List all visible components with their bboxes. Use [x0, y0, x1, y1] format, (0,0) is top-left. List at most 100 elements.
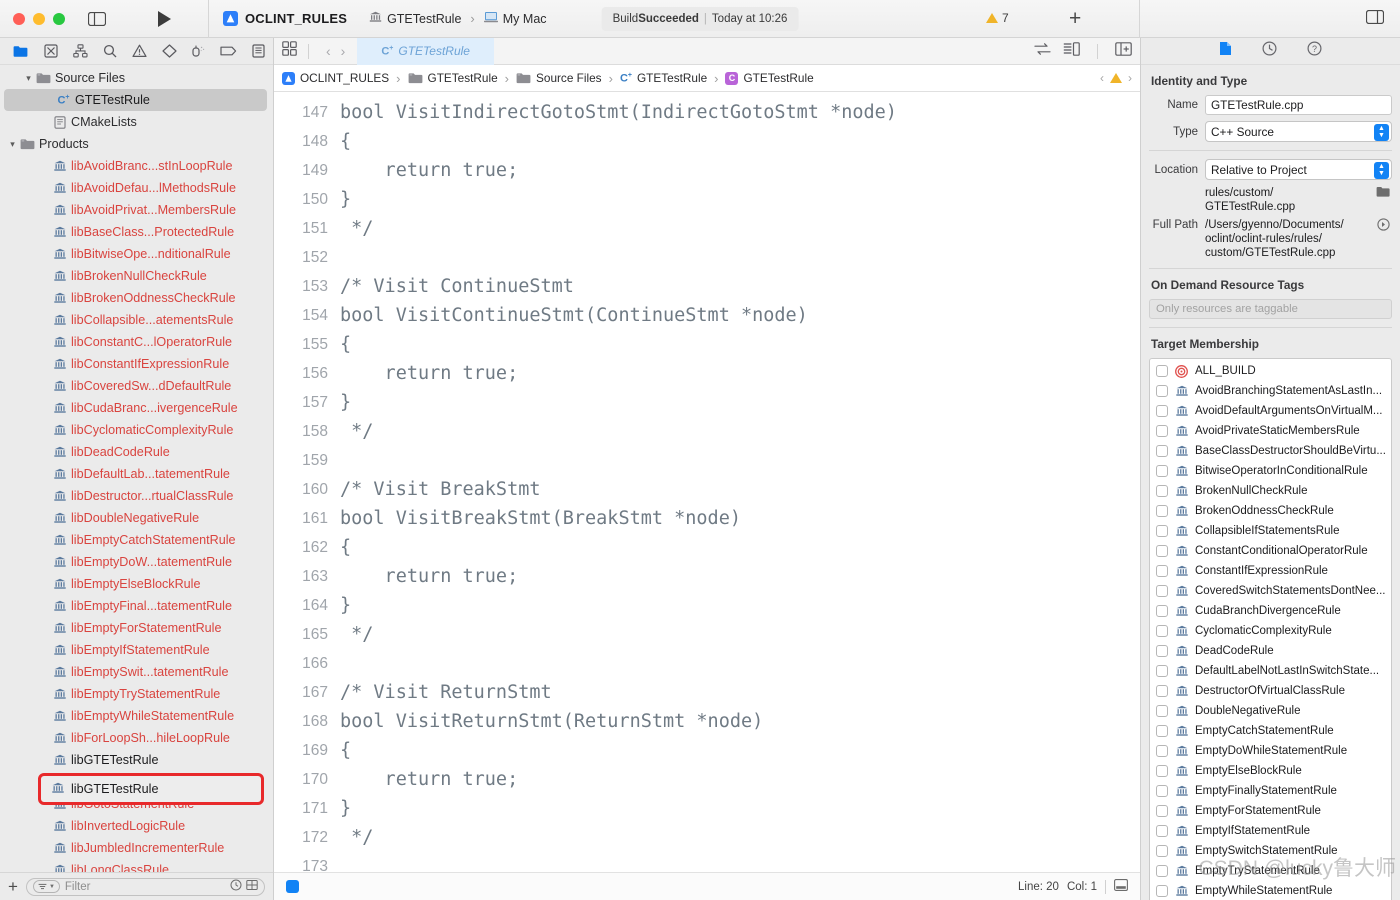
target-membership-row[interactable]: EmptyCatchStatementRule: [1150, 721, 1391, 741]
disclosure-triangle-icon[interactable]: ▾: [22, 73, 35, 84]
target-membership-row[interactable]: EmptyFinallyStatementRule: [1150, 781, 1391, 801]
target-membership-row[interactable]: EmptyWhileStatementRule: [1150, 881, 1391, 900]
navigator-toggle-icon[interactable]: [88, 11, 106, 26]
code-line[interactable]: 166: [274, 649, 1140, 678]
code-line[interactable]: 173: [274, 852, 1140, 873]
navigator-row[interactable]: libBaseClass...ProtectedRule: [0, 221, 273, 243]
navigator-row[interactable]: libCudaBranc...ivergenceRule: [0, 397, 273, 419]
code-line[interactable]: 165 */: [274, 620, 1140, 649]
code-line[interactable]: 172 */: [274, 823, 1140, 852]
navigator-row[interactable]: libGTETestRule: [0, 749, 273, 771]
target-checkbox[interactable]: [1156, 845, 1168, 857]
target-checkbox[interactable]: [1156, 565, 1168, 577]
target-membership-row[interactable]: BrokenOddnessCheckRule: [1150, 501, 1391, 521]
target-checkbox[interactable]: [1156, 785, 1168, 797]
navigator-row[interactable]: libBitwiseOpe...nditionalRule: [0, 243, 273, 265]
target-membership-row[interactable]: AvoidDefaultArgumentsOnVirtualM...: [1150, 401, 1391, 421]
code-line[interactable]: 157}: [274, 388, 1140, 417]
source-control-filter-icon[interactable]: [246, 879, 258, 894]
navigator-row[interactable]: libAvoidBranc...stInLoopRule: [0, 155, 273, 177]
find-navigator-icon[interactable]: [95, 40, 125, 62]
previous-issue-icon[interactable]: ‹: [1100, 71, 1104, 85]
breadcrumb-item[interactable]: GTETestRule: [408, 71, 498, 85]
target-membership-row[interactable]: CyclomaticComplexityRule: [1150, 621, 1391, 641]
target-checkbox[interactable]: [1156, 605, 1168, 617]
target-membership-row[interactable]: BaseClassDestructorShouldBeVirtu...: [1150, 441, 1391, 461]
next-issue-icon[interactable]: ›: [1128, 71, 1132, 85]
navigator-row[interactable]: libEmptyCatchStatementRule: [0, 529, 273, 551]
target-membership-row[interactable]: DestructorOfVirtualClassRule: [1150, 681, 1391, 701]
breadcrumb-item[interactable]: Source Files: [516, 71, 602, 85]
code-line[interactable]: 169 {: [274, 736, 1140, 765]
navigator-row[interactable]: libEmptySwit...tatementRule: [0, 661, 273, 683]
target-membership-row[interactable]: CollapsibleIfStatementsRule: [1150, 521, 1391, 541]
target-checkbox[interactable]: [1156, 445, 1168, 457]
disclosure-triangle-icon[interactable]: ▾: [6, 139, 19, 150]
target-checkbox[interactable]: [1156, 465, 1168, 477]
navigator-row[interactable]: libEmptyFinal...tatementRule: [0, 595, 273, 617]
build-status-box[interactable]: Build Succeeded | Today at 10:26: [601, 7, 799, 31]
debug-navigator-icon[interactable]: [184, 40, 214, 62]
target-membership-list[interactable]: ALL_BUILD AvoidBranchingStatementAsLastIn…: [1149, 358, 1392, 900]
test-navigator-icon[interactable]: [154, 40, 184, 62]
navigator-row[interactable]: libConstantC...lOperatorRule: [0, 331, 273, 353]
project-navigator-icon[interactable]: [6, 40, 36, 62]
target-checkbox[interactable]: [1156, 625, 1168, 637]
minimap-icon[interactable]: [1063, 41, 1080, 61]
choose-folder-icon[interactable]: [1374, 186, 1392, 199]
target-checkbox[interactable]: [1156, 365, 1168, 377]
target-checkbox[interactable]: [1156, 425, 1168, 437]
code-line[interactable]: 159: [274, 446, 1140, 475]
target-membership-row[interactable]: BitwiseOperatorInConditionalRule: [1150, 461, 1391, 481]
navigator-row[interactable]: libBrokenNullCheckRule: [0, 265, 273, 287]
navigator-row[interactable]: libJumbledIncrementerRule: [0, 837, 273, 859]
debug-area-toggle-icon[interactable]: [1114, 879, 1128, 894]
code-line[interactable]: 152: [274, 243, 1140, 272]
target-checkbox[interactable]: [1156, 485, 1168, 497]
navigator-row[interactable]: libEmptyWhileStatementRule: [0, 705, 273, 727]
target-membership-row[interactable]: DoubleNegativeRule: [1150, 701, 1391, 721]
target-checkbox[interactable]: [1156, 765, 1168, 777]
navigator-row[interactable]: libEmptyTryStatementRule: [0, 683, 273, 705]
forward-button[interactable]: ›: [341, 43, 346, 59]
navigator-filter-input[interactable]: ▼ Filter: [25, 877, 265, 896]
close-window-button[interactable]: [13, 12, 25, 25]
target-checkbox[interactable]: [1156, 525, 1168, 537]
chevron-updown-icon[interactable]: ▲ ▼: [1374, 123, 1389, 141]
target-checkbox[interactable]: [1156, 745, 1168, 757]
chevron-updown-icon[interactable]: ▲ ▼: [1374, 161, 1389, 179]
add-editor-button[interactable]: +: [1069, 8, 1081, 29]
target-membership-row[interactable]: EmptyForStatementRule: [1150, 801, 1391, 821]
target-checkbox[interactable]: [1156, 825, 1168, 837]
target-checkbox[interactable]: [1156, 665, 1168, 677]
navigator-row[interactable]: libAvoidDefau...lMethodsRule: [0, 177, 273, 199]
code-line[interactable]: 170 return true;: [274, 765, 1140, 794]
file-inspector-icon[interactable]: [1219, 41, 1232, 61]
symbol-navigator-icon[interactable]: [65, 40, 95, 62]
navigator-row[interactable]: libLongClassRule: [0, 859, 273, 872]
target-membership-row[interactable]: EmptyIfStatementRule: [1150, 821, 1391, 841]
name-input[interactable]: GTETestRule.cpp: [1205, 95, 1392, 115]
project-chip[interactable]: OCLINT_RULES: [209, 11, 347, 26]
navigator-row[interactable]: libEmptyIfStatementRule: [0, 639, 273, 661]
code-line[interactable]: 151 */: [274, 214, 1140, 243]
navigator-row[interactable]: C+ GTETestRule: [4, 89, 267, 111]
target-membership-row[interactable]: ConstantIfExpressionRule: [1150, 561, 1391, 581]
code-editor[interactable]: 147 bool VisitIndirectGotoStmt(IndirectGo…: [274, 92, 1140, 872]
project-navigator-tree[interactable]: ▾ Source Files C+ GTETestRule CMakeLists ▾ Pro…: [0, 65, 273, 872]
issue-navigator-icon[interactable]: [125, 40, 155, 62]
target-membership-row[interactable]: ConstantConditionalOperatorRule: [1150, 541, 1391, 561]
target-checkbox[interactable]: [1156, 725, 1168, 737]
navigator-row[interactable]: libCoveredSw...dDefaultRule: [0, 375, 273, 397]
code-line[interactable]: 158 */: [274, 417, 1140, 446]
code-line[interactable]: 155 {: [274, 330, 1140, 359]
navigator-row[interactable]: libConstantIfExpressionRule: [0, 353, 273, 375]
code-line[interactable]: 162 {: [274, 533, 1140, 562]
code-line[interactable]: 153 /* Visit ContinueStmt: [274, 272, 1140, 301]
scheme-selector[interactable]: GTETestRule › My Mac: [369, 11, 547, 26]
target-membership-row[interactable]: AvoidPrivateStaticMembersRule: [1150, 421, 1391, 441]
code-line[interactable]: 161 bool VisitBreakStmt(BreakStmt *node): [274, 504, 1140, 533]
code-line[interactable]: 149 return true;: [274, 156, 1140, 185]
source-control-navigator-icon[interactable]: [36, 40, 66, 62]
target-membership-row[interactable]: EmptySwitchStatementRule: [1150, 841, 1391, 861]
